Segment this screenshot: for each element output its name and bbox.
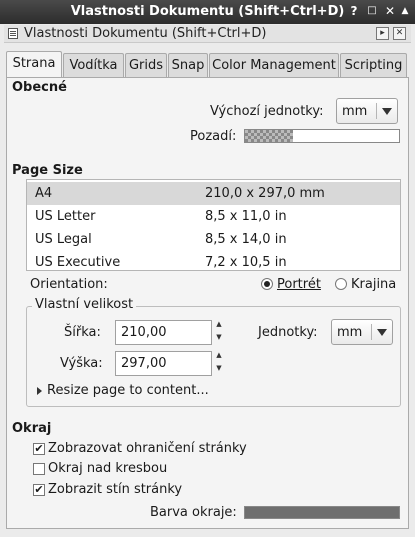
height-input[interactable]: 297,00 — [115, 351, 212, 376]
height-increment-icon[interactable]: ▲ — [215, 352, 223, 359]
default-units-value: mm — [342, 104, 368, 119]
border-color-button[interactable] — [244, 506, 400, 519]
default-units-combo[interactable]: mm — [336, 98, 398, 124]
page-size-list[interactable]: A4 210,0 x 297,0 mm US Letter 8,5 x 11,0… — [26, 179, 401, 271]
width-input[interactable]: 210,00 — [115, 320, 212, 345]
show-border-label[interactable]: Zobrazovat ohraničení stránky — [48, 441, 247, 456]
close-icon[interactable]: ✕ — [382, 3, 398, 19]
tab-voditka[interactable]: Vodítka — [63, 53, 124, 78]
list-item[interactable]: A4 210,0 x 297,0 mm — [27, 182, 400, 205]
tab-strana[interactable]: Strana — [6, 51, 62, 79]
tab-snap[interactable]: Snap — [168, 53, 208, 78]
dialog-icon — [8, 28, 18, 39]
custom-size-title: Vlastní velikost — [32, 297, 137, 312]
background-label: Pozadí: — [190, 129, 237, 144]
landscape-label[interactable]: Krajina — [351, 277, 396, 292]
units-combo[interactable]: mm — [331, 319, 393, 345]
tab-color-management[interactable]: Color Management — [209, 53, 339, 78]
help-icon[interactable]: ? — [346, 3, 362, 19]
list-item[interactable]: US Executive 7,2 x 10,5 in — [27, 251, 400, 270]
expander-arrow-icon[interactable] — [37, 387, 42, 395]
units-label: Jednotky: — [258, 325, 318, 340]
window-titlebar[interactable]: Vlastnosti Dokumentu (Shift+Ctrl+D) ? □ … — [0, 0, 415, 24]
border-heading: Okraj — [12, 421, 52, 436]
restore-icon[interactable]: □ — [364, 3, 380, 19]
general-heading: Obecné — [12, 80, 67, 95]
show-shadow-label[interactable]: Zobrazit stín stránky — [48, 482, 182, 497]
orientation-label: Orientation: — [30, 277, 108, 292]
collapse-icon[interactable]: ▲ — [397, 3, 413, 19]
default-units-label: Výchozí jednotky: — [210, 104, 324, 119]
border-color-label: Barva okraje: — [150, 505, 237, 520]
height-label: Výška: — [60, 356, 103, 371]
transparency-checker — [245, 130, 293, 142]
tab-scripting[interactable]: Scripting — [340, 53, 407, 78]
show-border-checkbox[interactable]: ✔ — [33, 443, 45, 455]
show-shadow-checkbox[interactable]: ✔ — [33, 484, 45, 496]
width-increment-icon[interactable]: ▲ — [215, 321, 223, 328]
tab-grids[interactable]: Grids — [125, 53, 167, 78]
portrait-radio[interactable] — [261, 278, 273, 290]
width-decrement-icon[interactable]: ▼ — [215, 334, 223, 341]
iconify-button[interactable]: ▸ — [376, 27, 389, 40]
portrait-label[interactable]: Portrét — [277, 277, 321, 292]
dock-header: Vlastnosti Dokumentu (Shift+Ctrl+D) ▸ ✕ — [4, 25, 411, 43]
landscape-radio[interactable] — [335, 278, 347, 290]
border-on-top-label[interactable]: Okraj nad kresbou — [48, 461, 167, 476]
width-label: Šířka: — [64, 325, 101, 340]
list-item[interactable]: US Legal 8,5 x 14,0 in — [27, 228, 400, 251]
border-on-top-checkbox[interactable] — [33, 463, 45, 475]
chevron-down-icon — [382, 108, 392, 115]
chevron-down-icon — [377, 329, 387, 336]
page-size-heading: Page Size — [12, 163, 83, 178]
resize-page-expander[interactable]: Resize page to content... — [47, 383, 209, 398]
list-item[interactable]: US Letter 8,5 x 11,0 in — [27, 205, 400, 228]
dock-close-button[interactable]: ✕ — [393, 27, 406, 40]
dock-title: Vlastnosti Dokumentu (Shift+Ctrl+D) — [24, 26, 267, 41]
height-decrement-icon[interactable]: ▼ — [215, 365, 223, 372]
background-color-button[interactable] — [244, 129, 400, 143]
